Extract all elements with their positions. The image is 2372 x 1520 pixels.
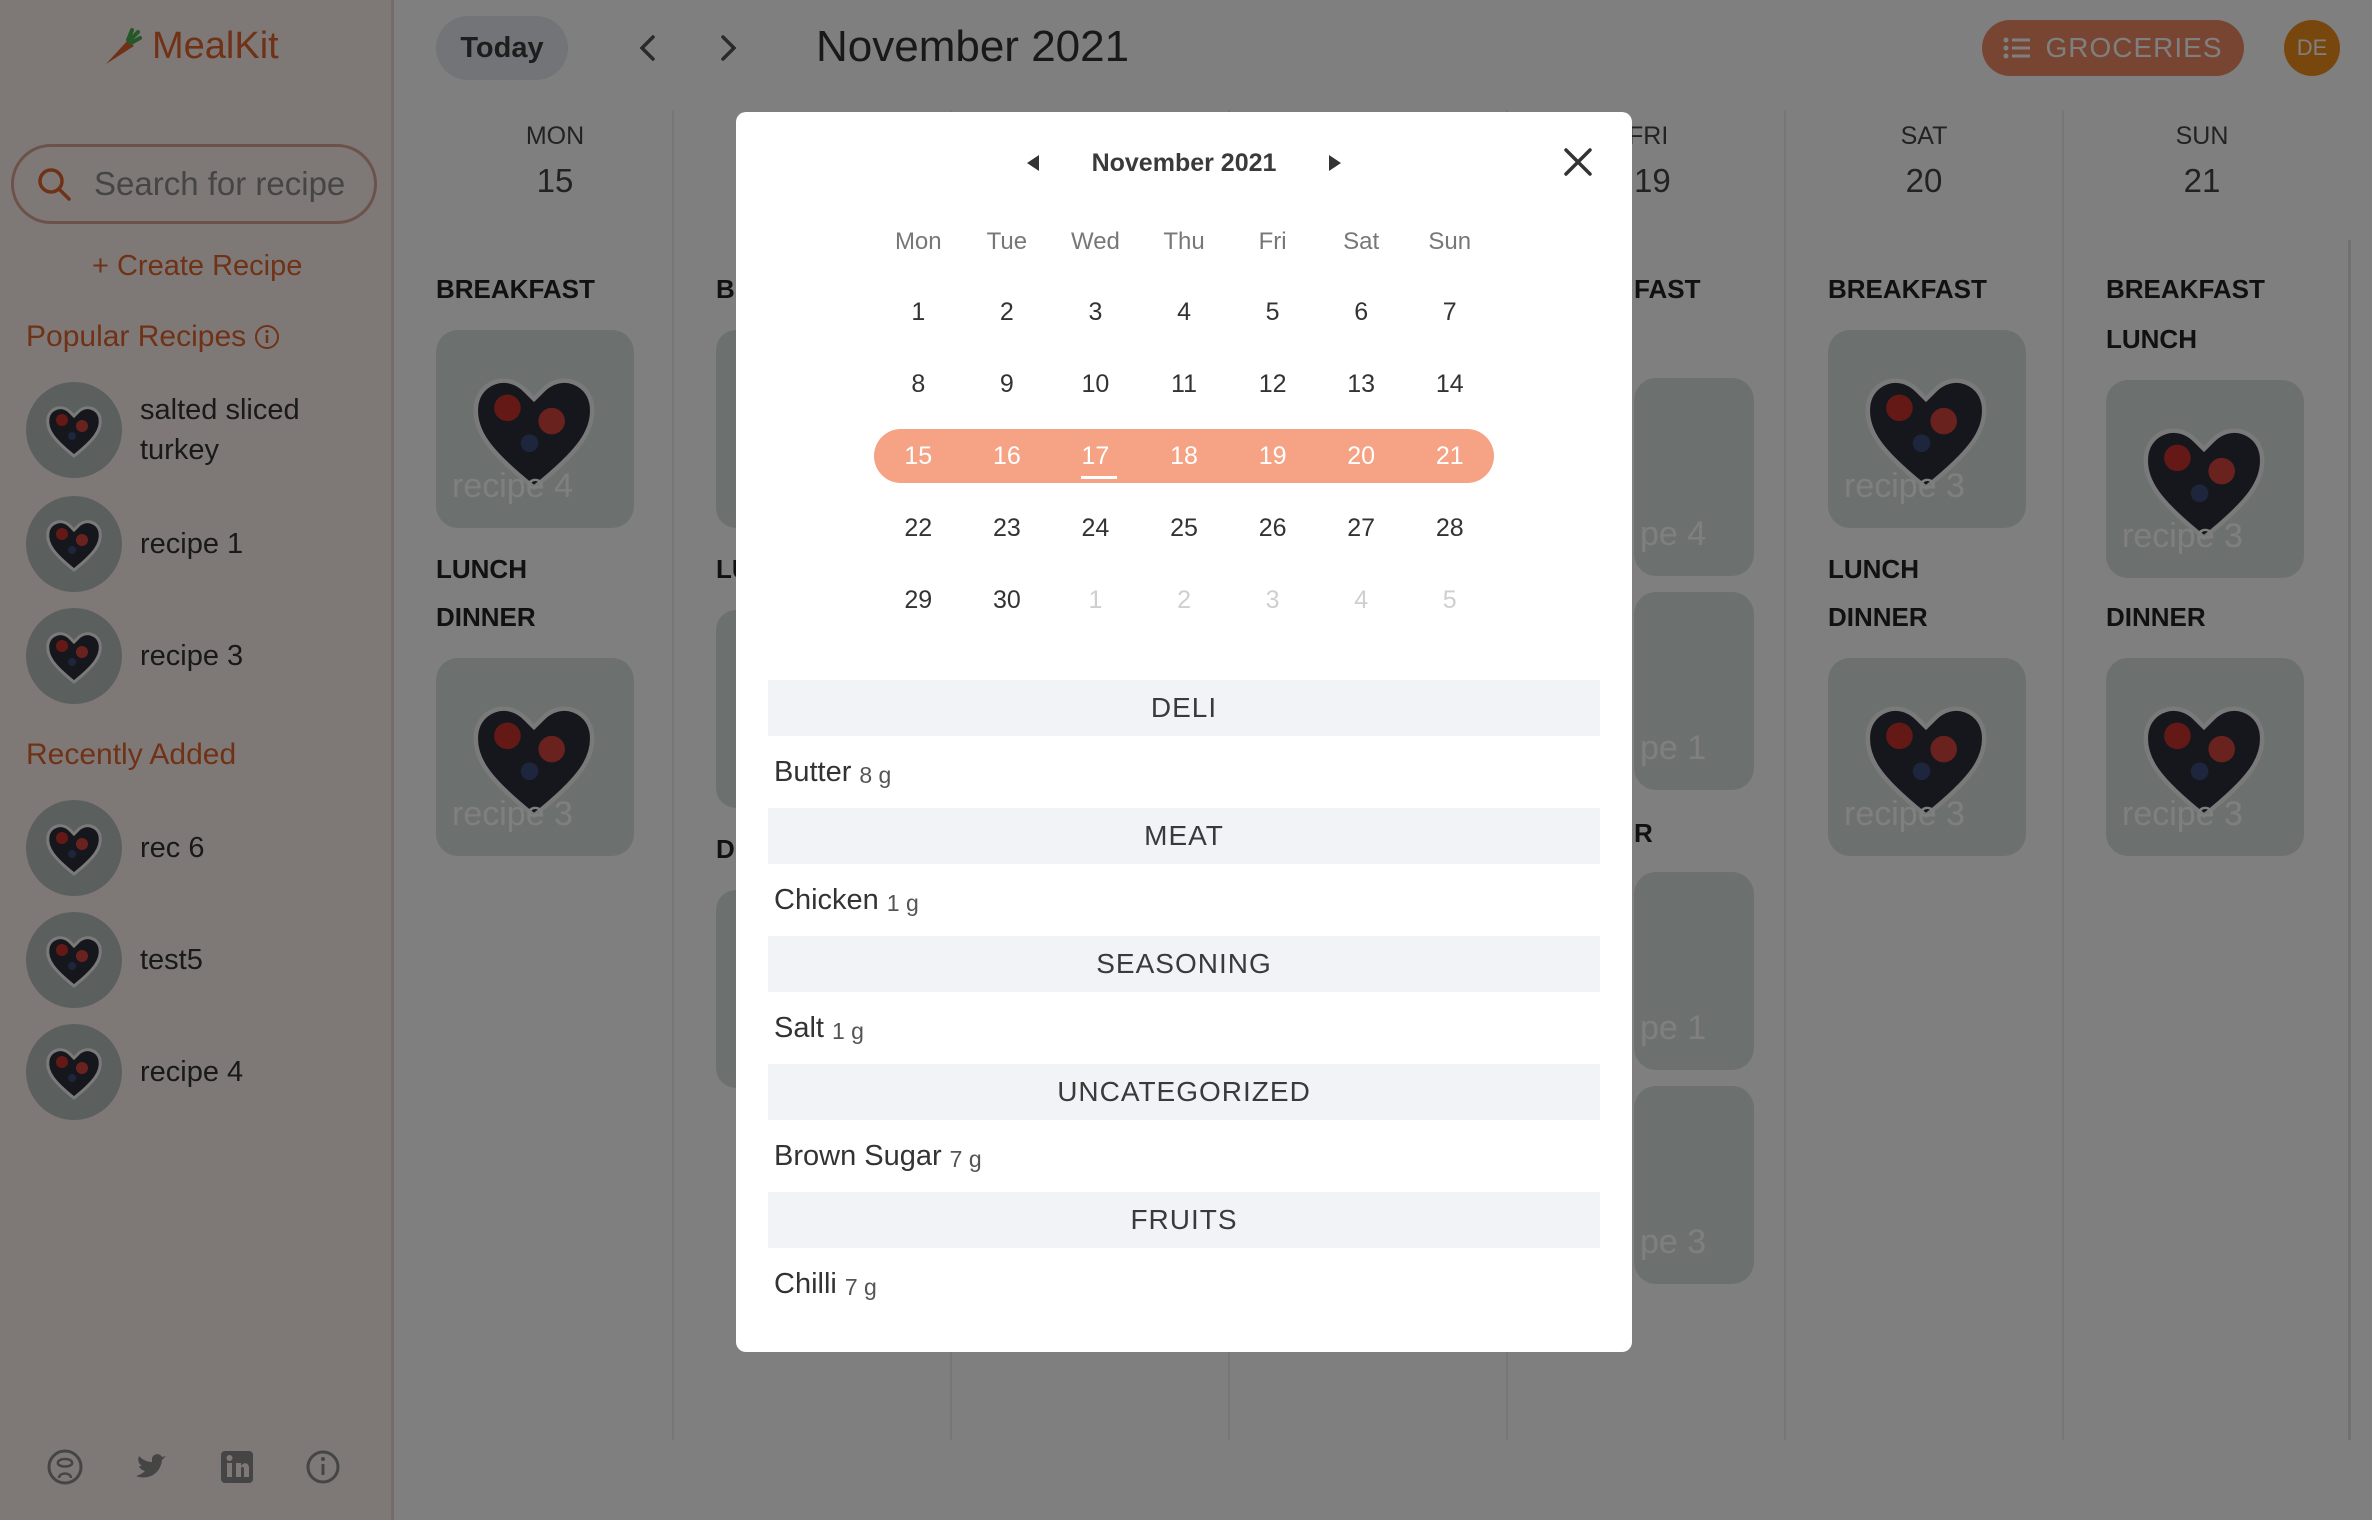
calendar-day[interactable]: 24 — [1051, 514, 1140, 543]
calendar-week-row: 22 23 24 25 26 27 28 — [874, 492, 1494, 564]
grocery-section: MEAT Chicken 1 g — [768, 808, 1600, 936]
groceries-modal: November 2021 Mon Tue Wed Thu Fri Sat Su… — [736, 112, 1632, 1352]
calendar-grid: Mon Tue Wed Thu Fri Sat Sun 1 2 3 4 5 6 … — [874, 222, 1494, 636]
grocery-item: Brown Sugar 7 g — [768, 1120, 1600, 1192]
grocery-section: FRUITS Chilli 7 g — [768, 1192, 1600, 1320]
calendar-day[interactable]: 21 — [1405, 442, 1494, 471]
calendar-day[interactable]: 20 — [1317, 442, 1406, 471]
weekday-header: Mon — [894, 228, 942, 255]
calendar-day[interactable]: 19 — [1228, 442, 1317, 471]
calendar-day[interactable]: 22 — [874, 514, 963, 543]
calendar-day-other-month[interactable]: 2 — [1140, 586, 1229, 615]
grocery-item: Butter 8 g — [768, 736, 1600, 808]
grocery-item-name: Butter — [774, 755, 852, 788]
calendar-day[interactable]: 2 — [963, 298, 1052, 327]
calendar-day[interactable]: 7 — [1405, 298, 1494, 327]
weekday-header: Fri — [1258, 228, 1287, 255]
calendar-day-other-month[interactable]: 4 — [1317, 586, 1406, 615]
grocery-item-quantity: 8 g — [859, 761, 892, 788]
calendar-month-title: November 2021 — [1091, 148, 1277, 177]
calendar-day[interactable]: 5 — [1228, 298, 1317, 327]
calendar-day[interactable]: 25 — [1140, 514, 1229, 543]
calendar-day[interactable]: 9 — [963, 370, 1052, 399]
calendar-day[interactable]: 29 — [874, 586, 963, 615]
calendar-day[interactable]: 14 — [1405, 370, 1494, 399]
calendar-day[interactable]: 11 — [1140, 370, 1229, 399]
grocery-item-quantity: 1 g — [831, 1017, 864, 1044]
grocery-item-name: Brown Sugar — [774, 1139, 942, 1172]
calendar-day[interactable]: 8 — [874, 370, 963, 399]
grocery-item-name: Chicken — [774, 883, 879, 916]
weekday-header: Sun — [1428, 228, 1472, 255]
calendar-day[interactable]: 12 — [1228, 370, 1317, 399]
calendar-day[interactable]: 28 — [1405, 514, 1494, 543]
weekday-header: Wed — [1070, 228, 1120, 255]
caret-left-icon — [1026, 155, 1039, 171]
calendar-week-row: 29 30 1 2 3 4 5 — [874, 564, 1494, 636]
weekday-header: Thu — [1163, 228, 1205, 255]
calendar-week-row: 8 9 10 11 12 13 14 — [874, 348, 1494, 420]
calendar-day[interactable]: 18 — [1140, 442, 1229, 471]
weekday-header: Tue — [986, 228, 1028, 255]
calendar-day[interactable]: 1 — [874, 298, 963, 327]
grocery-category-header: UNCATEGORIZED — [768, 1064, 1600, 1120]
grocery-item-name: Chilli — [774, 1267, 837, 1300]
grocery-item-quantity: 7 g — [844, 1273, 877, 1300]
calendar-day-other-month[interactable]: 5 — [1405, 586, 1494, 615]
calendar-day-other-month[interactable]: 3 — [1228, 586, 1317, 615]
caret-right-icon — [1329, 155, 1342, 171]
grocery-category-header: DELI — [768, 680, 1600, 736]
calendar-day[interactable]: 16 — [963, 442, 1052, 471]
calendar-day-today[interactable]: 17 — [1051, 442, 1140, 479]
grocery-category-header: SEASONING — [768, 936, 1600, 992]
calendar-day[interactable]: 10 — [1051, 370, 1140, 399]
calendar-day-other-month[interactable]: 1 — [1051, 586, 1140, 615]
calendar-day[interactable]: 6 — [1317, 298, 1406, 327]
calendar-week-row: 1 2 3 4 5 6 7 — [874, 276, 1494, 348]
grocery-item: Salt 1 g — [768, 992, 1600, 1064]
weekday-header-row: Mon Tue Wed Thu Fri Sat Sun — [874, 222, 1494, 262]
grocery-category-header: MEAT — [768, 808, 1600, 864]
grocery-category-header: FRUITS — [768, 1192, 1600, 1248]
calendar-day[interactable]: 27 — [1317, 514, 1406, 543]
calendar-day[interactable]: 3 — [1051, 298, 1140, 327]
grocery-section: DELI Butter 8 g — [768, 680, 1600, 808]
calendar-day[interactable]: 26 — [1228, 514, 1317, 543]
prev-month-button[interactable] — [1018, 148, 1048, 178]
calendar-day[interactable]: 23 — [963, 514, 1052, 543]
weekday-header: Sat — [1343, 228, 1380, 255]
grocery-item: Chilli 7 g — [768, 1248, 1600, 1320]
calendar-header: November 2021 — [736, 148, 1632, 178]
calendar-week-row-selected: 15 16 17 18 19 20 21 — [874, 420, 1494, 492]
grocery-item-name: Salt — [774, 1011, 824, 1044]
calendar-day[interactable]: 30 — [963, 586, 1052, 615]
grocery-item-quantity: 7 g — [949, 1145, 982, 1172]
grocery-item-quantity: 1 g — [886, 889, 919, 916]
grocery-section: UNCATEGORIZED Brown Sugar 7 g — [768, 1064, 1600, 1192]
calendar-day[interactable]: 15 — [874, 442, 963, 471]
grocery-section: SEASONING Salt 1 g — [768, 936, 1600, 1064]
calendar-day[interactable]: 4 — [1140, 298, 1229, 327]
calendar-day[interactable]: 13 — [1317, 370, 1406, 399]
next-month-button[interactable] — [1320, 148, 1350, 178]
grocery-item: Chicken 1 g — [768, 864, 1600, 936]
